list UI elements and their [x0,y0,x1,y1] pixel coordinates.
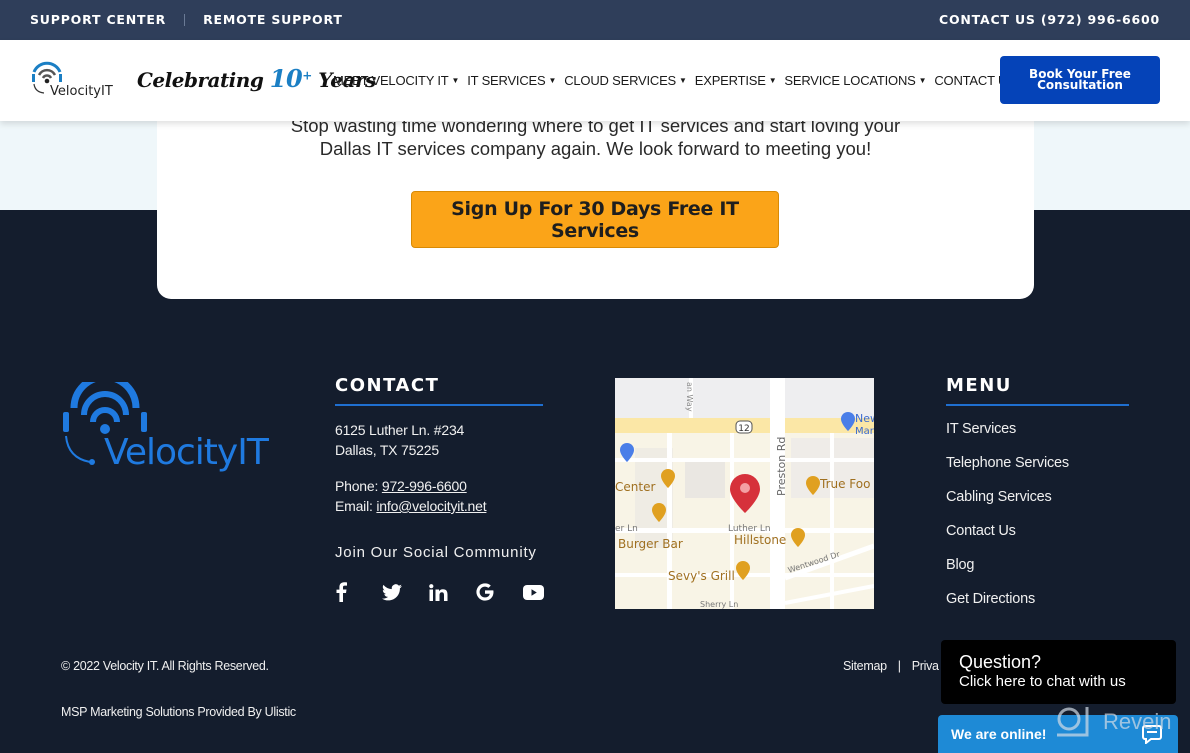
contact-phone-link[interactable]: CONTACT US (972) 996-6600 [939,12,1160,27]
chat-cta: Click here to chat with us [959,673,1126,690]
email-label: Email: [335,498,377,514]
menu-item-get-directions[interactable]: Get Directions [946,591,1069,625]
phone-link[interactable]: 972-996-6600 [382,478,467,494]
phone-label: Phone: [335,478,382,494]
nav-service-locations[interactable]: SERVICE LOCATIONS ▼ [784,73,926,88]
social-links [335,580,570,604]
chat-question: Question? [959,652,1042,672]
social-title: Join Our Social Community [335,544,537,561]
revein-text: Revein [1103,709,1172,734]
svg-text:12: 12 [738,424,749,434]
msp-credit[interactable]: MSP Marketing Solutions Provided By Ulis… [61,705,296,719]
revein-watermark: Revein [1055,705,1171,739]
remote-support-link[interactable]: REMOTE SUPPORT [203,12,343,27]
top-bar: SUPPORT CENTER REMOTE SUPPORT CONTACT US… [0,0,1190,40]
location-map[interactable]: 12 an Way Preston Rd er Ln Luther Ln Wen… [615,378,874,609]
menu-item-blog[interactable]: Blog [946,557,1069,591]
celebrating-text: Celebrating [137,68,264,92]
nav-label: IT SERVICES [467,73,546,88]
linkedin-icon[interactable] [429,580,476,604]
main-nav: MEET VELOCITY IT ▼ IT SERVICES ▼ CLOUD SER… [333,73,1024,88]
nav-label: MEET VELOCITY IT [333,73,449,88]
youtube-icon[interactable] [523,580,570,604]
nav-it-services[interactable]: IT SERVICES ▼ [467,73,556,88]
sitemap-link[interactable]: Sitemap [843,659,887,673]
address-line-2: Dallas, TX 75225 [335,442,439,458]
chevron-down-icon: ▼ [679,76,687,85]
contact-title: CONTACT [335,375,440,396]
menu-item-telephone-services[interactable]: Telephone Services [946,455,1069,489]
chat-prompt[interactable]: Question? Click here to chat with us [941,640,1176,704]
nav-meet-velocity-it[interactable]: MEET VELOCITY IT ▼ [333,73,459,88]
svg-text:VelocityIT: VelocityIT [104,432,270,472]
cta-line-2: Consultation [1037,78,1123,92]
plus-sign: + [302,68,312,83]
svg-text:Hillstone: Hillstone [734,533,786,547]
cta-card: Stop wasting time wondering where to get… [157,100,1034,299]
velocity-it-logo[interactable]: VelocityIT [30,60,122,100]
privacy-link[interactable]: Priva [912,659,939,673]
svg-text:New: New [855,412,874,425]
svg-text:Mar: Mar [855,426,874,437]
address: 6125 Luther Ln. #234 Dallas, TX 75225 [335,420,464,460]
svg-text:Burger Bar: Burger Bar [618,537,683,551]
footer-logo[interactable]: VelocityIT [60,382,272,472]
svg-text:Sherry Ln: Sherry Ln [700,600,738,609]
cta-text: Stop wasting time wondering where to get… [157,115,1034,160]
nav-expertise[interactable]: EXPERTISE ▼ [695,73,777,88]
svg-text:True Foo: True Foo [819,477,870,491]
map-canvas: 12 an Way Preston Rd er Ln Luther Ln Wen… [615,378,874,609]
menu-item-contact-us[interactable]: Contact Us [946,523,1069,557]
nav-label: EXPERTISE [694,73,766,88]
menu-title: MENU [946,375,1012,396]
divider [184,13,186,26]
chevron-down-icon: ▼ [451,76,460,85]
email-link[interactable]: info@velocityit.net [376,498,486,514]
menu-item-cabling-services[interactable]: Cabling Services [946,489,1069,523]
twitter-icon[interactable] [382,580,429,604]
chevron-down-icon: ▼ [548,76,557,85]
legal-links: Sitemap | Priva [843,659,939,673]
revein-logo-icon [1057,707,1089,737]
nav-label: SERVICE LOCATIONS [784,73,916,88]
years-number: 10 [269,64,303,93]
chevron-down-icon: ▼ [918,76,927,85]
footer-menu: IT Services Telephone Services Cabling S… [946,421,1069,625]
book-consultation-button[interactable]: Book Your Free Consultation [1000,56,1160,104]
svg-text:Center: Center [615,480,655,494]
chevron-down-icon: ▼ [768,76,777,85]
svg-text:an Way: an Way [685,382,694,412]
svg-text:er Ln: er Ln [615,524,638,534]
link-separator: | [897,659,901,673]
nav-label: CLOUD SERVICES [564,73,677,88]
address-line-1: 6125 Luther Ln. #234 [335,422,465,438]
copyright: © 2022 Velocity IT. All Rights Reserved. [61,659,269,673]
support-center-link[interactable]: SUPPORT CENTER [30,12,166,27]
contact-underline [335,404,543,406]
svg-text:Preston Rd: Preston Rd [775,437,788,496]
menu-underline [946,404,1129,406]
google-icon[interactable] [476,580,523,604]
svg-text:VelocityIT: VelocityIT [50,84,113,99]
nav-cloud-services[interactable]: CLOUD SERVICES ▼ [564,73,687,88]
menu-item-it-services[interactable]: IT Services [946,421,1069,455]
cta-text-line-2: Dallas IT services company again. We loo… [319,137,872,159]
facebook-icon[interactable] [335,580,382,604]
contact-details: Phone: 972-996-6600 Email: info@velocity… [335,476,487,516]
site-header: VelocityIT Celebrating 10+ Years MEET VE… [0,40,1190,121]
signup-free-services-button[interactable]: Sign Up For 30 Days Free IT Services [411,191,779,248]
svg-text:Sevy's Grill: Sevy's Grill [668,569,735,583]
chat-status: We are online! [951,726,1047,742]
